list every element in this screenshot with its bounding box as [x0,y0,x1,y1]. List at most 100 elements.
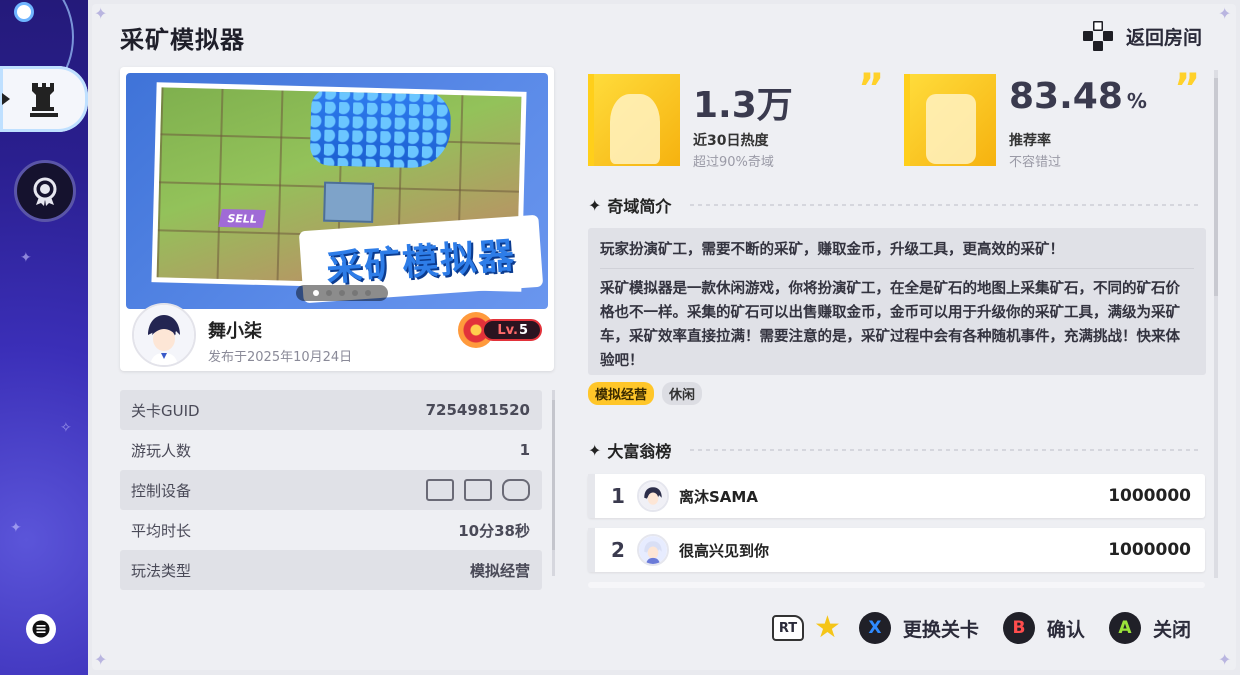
leaderboard-section-title: ✦ 大富翁榜 [588,438,671,462]
info-value: 10分38秒 [458,521,530,540]
content-scroll-thumb[interactable] [1214,78,1218,296]
author-level-badge: Lv. 5 [458,312,542,348]
quote-mark-icon: ” [1174,66,1201,112]
keyboard-mouse-icon [464,479,492,501]
medal-icon [33,177,57,206]
carousel-dot[interactable] [339,290,345,296]
info-row-avg-time: 平均时长 10分38秒 [120,510,542,550]
info-label: 控制设备 [131,481,192,500]
menu-button[interactable] [26,614,56,644]
rt-trigger-icon: RT [772,615,804,641]
player-name: 离沐SAMA [679,487,758,506]
a-key-icon[interactable]: A [1108,612,1141,644]
publish-date: 发布于2025年10月24日 [208,350,353,365]
info-value: 7254981520 [425,401,530,419]
active-indicator-icon [2,93,10,105]
menu-icon [32,620,50,638]
corner-sparkle-icon: ✦ [1218,4,1232,23]
level-prefix: Lv. [497,322,518,338]
chess-rook-icon [30,83,58,117]
leaderboard-row[interactable]: 2 很高兴见到你 1000000 [588,528,1205,572]
carousel-dot[interactable] [326,290,332,296]
sparkle-bullet-icon: ✦ [588,440,602,460]
info-row-devices: 控制设备 [120,470,542,510]
tab-achievements[interactable] [14,160,76,222]
quote-mark-icon: ” [858,66,885,112]
building-graphic [323,181,375,223]
crystal-field-graphic [309,87,452,169]
corner-sparkle-icon: ✦ [94,4,108,23]
info-label: 关卡GUID [131,401,200,420]
author-name[interactable]: 舞小柒 [208,317,262,343]
tag-list: 模拟经营 休闲 [588,382,703,405]
player-avatar[interactable] [637,534,669,566]
info-scrollbar[interactable] [552,390,555,576]
author-avatar[interactable] [132,303,196,367]
info-value: 模拟经营 [469,561,530,580]
pc-mouse-icon [426,479,454,501]
change-level-button[interactable]: 更换关卡 [903,615,979,642]
section-divider [690,449,1198,451]
recommend-unit: % [1126,89,1147,113]
info-row-players: 游玩人数 1 [120,430,542,470]
player-name: 很高兴见到你 [679,541,770,560]
tag-primary[interactable]: 模拟经营 [588,382,655,405]
close-button[interactable]: 关闭 [1153,615,1191,642]
carousel-dot[interactable] [365,290,371,296]
recommend-value: 83.48 [1009,76,1123,117]
recommend-sub: 不容错过 [1009,155,1062,170]
carousel-dot[interactable] [313,290,319,296]
intro-title: 奇域简介 [607,197,672,216]
intro-box: 玩家扮演矿工，需要不断的采矿，赚取金币，升级工具，更高效的采矿！ 采矿模拟器是一… [588,228,1206,375]
gamepad-icon [502,479,530,501]
leaderboard-row[interactable]: 1 离沐SAMA 1000000 [588,474,1205,518]
thumbs-up-icon [904,74,996,166]
corner-sparkle-icon: ✦ [94,650,108,669]
controller-hints: RT ★ X 更换关卡 B 确认 A 关闭 [772,612,1191,644]
recommend-value-wrap: 83.48% [1009,76,1147,117]
heat-sub: 超过90%奇域 [693,155,774,170]
b-key-icon[interactable]: B [1002,612,1035,644]
player-score: 1000000 [1108,540,1191,560]
gamepad-dpad-icon [1083,21,1113,51]
info-label: 玩法类型 [131,561,192,580]
corner-sparkle-icon: ✦ [1218,650,1232,669]
heat-value: 1.3万 [693,85,793,126]
recommend-label: 推荐率 [1009,133,1051,149]
back-to-room-label: 返回房间 [1126,26,1203,49]
side-rail: ✦ ✧ ✦ [0,0,88,675]
tag[interactable]: 休闲 [662,382,703,405]
intro-section-title: ✦ 奇域简介 [588,193,671,217]
confirm-button[interactable]: 确认 [1047,615,1085,642]
rail-node-icon [14,2,34,22]
info-scroll-thumb[interactable] [552,400,555,550]
player-score: 1000000 [1108,486,1191,506]
cover-image[interactable]: SELL 采矿模拟器 [126,73,548,309]
section-divider [690,204,1198,206]
info-value: 1 [519,441,530,459]
favorite-star-icon[interactable]: ★ [814,613,841,643]
level-info-list: 关卡GUID 7254981520 游玩人数 1 控制设备 平均时长 10分38… [120,390,542,590]
sparkle-icon: ✦ [10,520,22,536]
carousel-indicator[interactable] [296,285,388,301]
info-row-guid: 关卡GUID 7254981520 [120,390,542,430]
info-row-genre: 玩法类型 模拟经营 [120,550,542,590]
player-avatar[interactable] [637,480,669,512]
sell-sign: SELL [218,208,266,229]
heat-stat: 1.3万 近30日热度 超过90%奇域 ” [588,66,888,170]
flame-icon [588,74,680,166]
rank-number: 2 [611,538,625,562]
content-scrollbar[interactable] [1214,70,1218,578]
leaderboard-row-partial [588,582,1205,588]
recommend-stat: 83.48% 推荐率 不容错过 ” [904,66,1214,170]
heat-label: 近30日热度 [693,133,769,149]
leaderboard-title: 大富翁榜 [607,442,672,461]
sparkle-icon: ✧ [60,420,72,436]
x-key-icon[interactable]: X [858,612,891,644]
carousel-dot[interactable] [352,290,358,296]
info-label: 游玩人数 [131,441,192,460]
back-to-room-button[interactable]: 返回房间 [1082,20,1202,52]
intro-summary: 玩家扮演矿工，需要不断的采矿，赚取金币，升级工具，更高效的采矿！ [600,238,1194,269]
page-title: 采矿模拟器 [120,26,245,54]
tab-room-chess[interactable] [0,66,88,132]
